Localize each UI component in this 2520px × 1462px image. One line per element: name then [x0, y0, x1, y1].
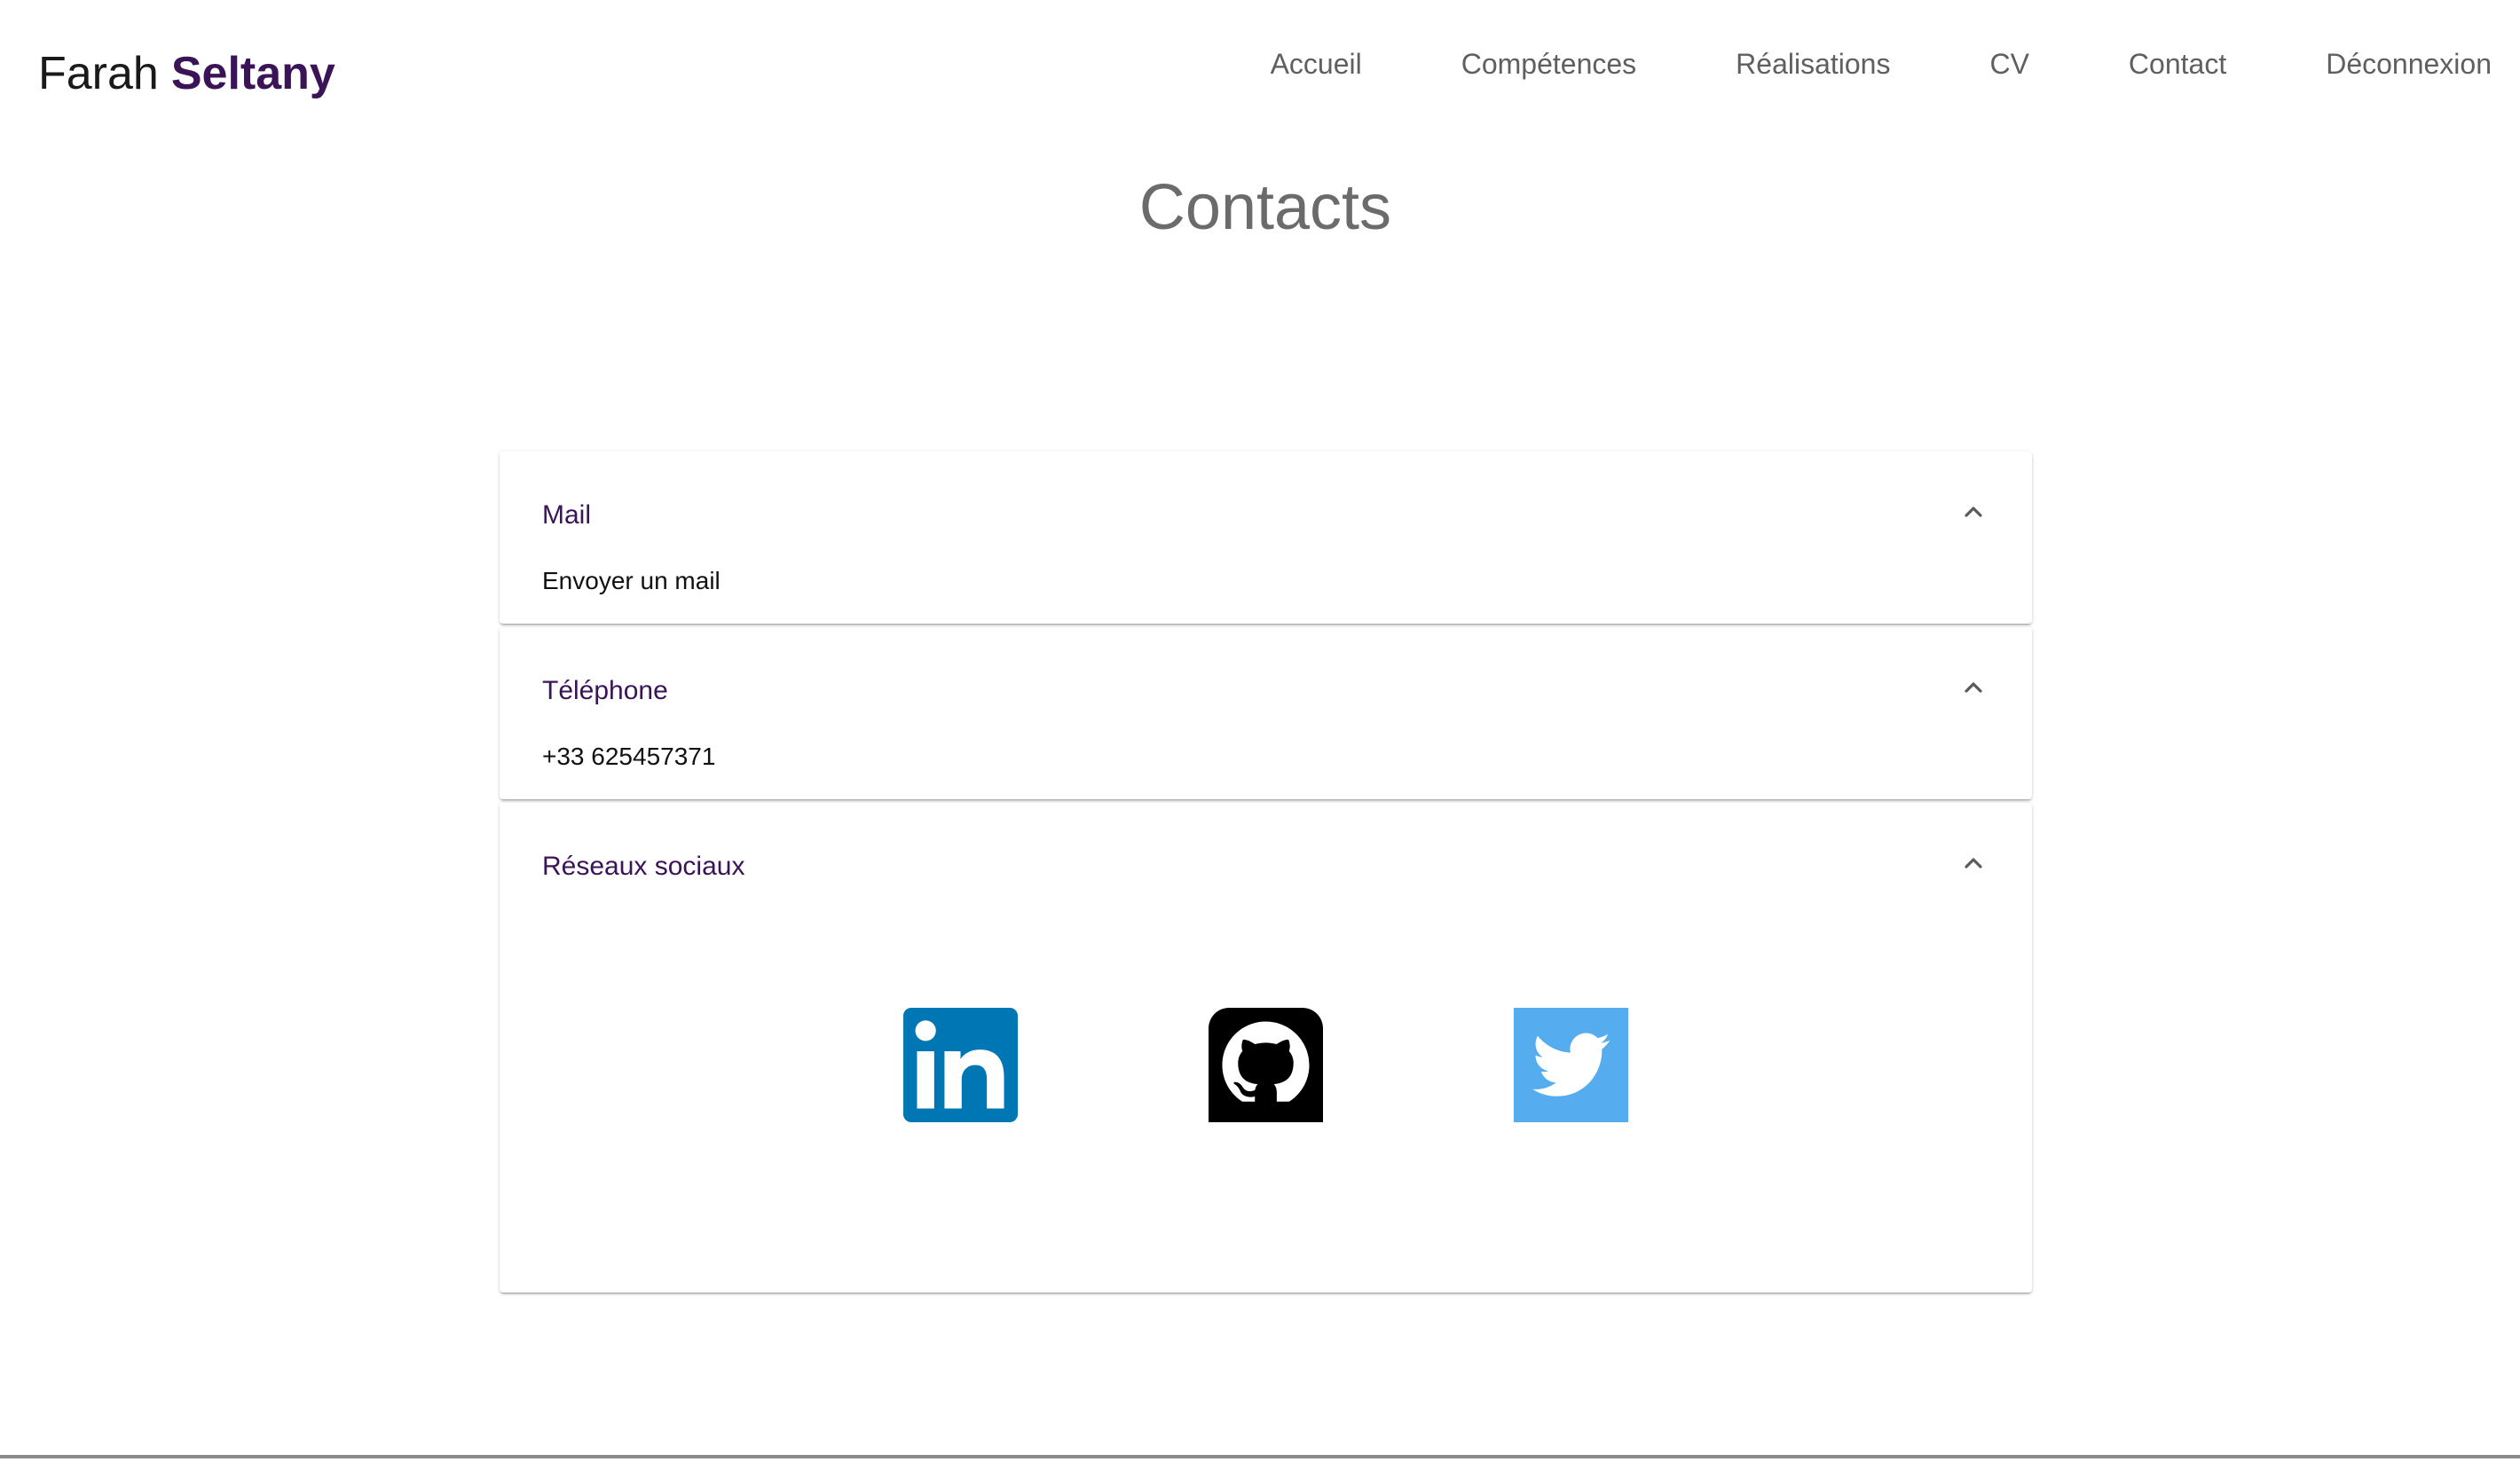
github-icon	[1209, 1008, 1323, 1122]
panel-title-telephone: Téléphone	[542, 676, 668, 705]
send-mail-link[interactable]: Envoyer un mail	[542, 563, 721, 599]
accordion-body-social	[500, 915, 2032, 1293]
chevron-up-icon	[1965, 858, 1982, 869]
page-title: Contacts	[1138, 172, 1392, 243]
accordion-header-social[interactable]: Réseaux sociaux	[500, 803, 2032, 915]
nav-item-contact[interactable]: Contact	[2129, 41, 2226, 87]
social-links	[903, 1008, 1628, 1122]
accordion-header-telephone[interactable]: Téléphone	[500, 627, 2032, 739]
nav-item-competences[interactable]: Compétences	[1461, 41, 1636, 87]
accordion-body-telephone: +33 625457371	[500, 739, 2032, 799]
accordion-body-mail: Envoyer un mail	[500, 563, 2032, 624]
phone-number: +33 625457371	[542, 743, 716, 770]
brand-first-name: Farah	[38, 48, 159, 99]
nav-item-deconnexion[interactable]: Déconnexion	[2326, 41, 2492, 87]
github-link[interactable]	[1209, 1008, 1323, 1122]
twitter-icon	[1514, 1008, 1628, 1122]
panel-title-social: Réseaux sociaux	[542, 852, 745, 881]
chevron-up-icon	[1965, 682, 1982, 693]
accordion-panel-social: Réseaux sociaux	[500, 803, 2032, 1293]
site-brand[interactable]: Farah Seltany	[38, 43, 335, 105]
nav-item-accueil[interactable]: Accueil	[1271, 41, 1362, 87]
contact-accordion: Mail Envoyer un mail Téléphone +33 62545…	[500, 452, 2032, 1296]
accordion-panel-mail: Mail Envoyer un mail	[500, 452, 2032, 624]
brand-last-name: Seltany	[170, 48, 335, 99]
accordion-header-mail[interactable]: Mail	[500, 452, 2032, 563]
linkedin-icon	[903, 1008, 1018, 1122]
twitter-link[interactable]	[1514, 1008, 1628, 1122]
nav-item-cv[interactable]: CV	[1989, 41, 2028, 87]
main-nav: Accueil Compétences Réalisations CV Cont…	[1271, 41, 2492, 87]
linkedin-link[interactable]	[903, 1008, 1018, 1122]
nav-item-realisations[interactable]: Réalisations	[1736, 41, 1890, 87]
panel-title-mail: Mail	[542, 500, 592, 530]
footer-divider	[0, 1455, 2520, 1458]
top-app-bar: Farah Seltany Accueil Compétences Réalisa…	[0, 0, 2520, 142]
accordion-panel-telephone: Téléphone +33 625457371	[500, 627, 2032, 799]
chevron-up-icon	[1965, 507, 1982, 517]
